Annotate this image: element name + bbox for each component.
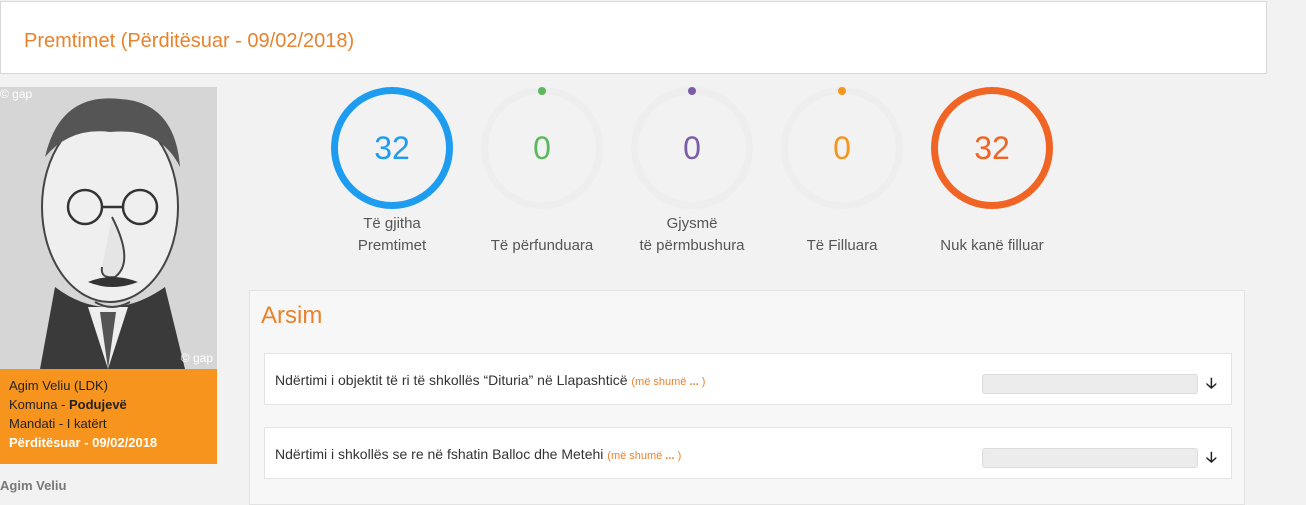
stat-indicator-dot xyxy=(838,87,846,95)
stat-ring: 0 xyxy=(631,87,753,209)
profile-updated: Përditësuar - 09/02/2018 xyxy=(9,435,158,450)
profile-portrait: © gap © gap xyxy=(0,87,217,369)
stat-ring: 0 xyxy=(481,87,603,209)
stat-value: 32 xyxy=(374,129,410,166)
stat-item: 0 Të Filluara xyxy=(767,87,917,257)
stat-label-line2: Të Filluara xyxy=(806,237,878,254)
promise-text-line: Ndërtimi i shkollës se re në fshatin Bal… xyxy=(275,446,681,462)
promise-text: Ndërtimi i shkollës se re në fshatin Bal… xyxy=(275,446,604,462)
stat-value: 0 xyxy=(533,129,551,166)
stat-label: Të gjitha Premtimet xyxy=(317,213,467,257)
stat-label-line2: Premtimet xyxy=(357,237,427,254)
stat-label-line2: të përmbushura xyxy=(639,237,745,254)
promise-text-line: Ndërtimi i objektit të ri të shkollës “D… xyxy=(275,372,705,388)
stat-ring: 0 xyxy=(781,87,903,209)
watermark: © gap xyxy=(180,351,213,365)
stat-label: Gjysmë të përmbushura xyxy=(617,213,767,257)
stat-label-line2: Të përfunduara xyxy=(490,237,594,254)
arrow-down-icon[interactable]: 🡣 xyxy=(1206,373,1217,398)
stat-label-line1 xyxy=(467,213,617,235)
stat-label: Nuk kanë filluar xyxy=(917,213,1067,257)
stat-indicator-dot xyxy=(688,87,696,95)
stat-indicator-dot xyxy=(538,87,546,95)
stat-value: 0 xyxy=(683,129,701,166)
stat-item: 0 Të përfunduara xyxy=(467,87,617,257)
stat-ring: 32 xyxy=(331,87,453,209)
stat-label-line1 xyxy=(917,213,1067,235)
section-title: Arsim xyxy=(261,302,323,329)
promise-item[interactable]: Ndërtimi i objektit të ri të shkollës “D… xyxy=(264,353,1232,405)
more-link[interactable]: (më shumë ... ) xyxy=(631,376,705,388)
progress-bar xyxy=(982,374,1198,394)
promise-item[interactable]: Ndërtimi i shkollës se re në fshatin Bal… xyxy=(264,427,1232,479)
section-panel: Arsim Ndërtimi i objektit të ri të shkol… xyxy=(249,290,1245,505)
page-title: Premtimet (Përditësuar - 09/02/2018) xyxy=(24,30,355,52)
watermark: © gap xyxy=(0,87,33,101)
stat-label: Të përfunduara xyxy=(467,213,617,257)
caricature-image xyxy=(0,87,217,369)
progress-bar xyxy=(982,448,1198,468)
municipality-label: Komuna - xyxy=(9,397,69,412)
more-link[interactable]: (më shumë ... ) xyxy=(607,450,681,462)
stat-item: 0 Gjysmë të përmbushura xyxy=(617,87,767,257)
stat-label-line2: Nuk kanë filluar xyxy=(940,237,1044,254)
sidebar-name: Agim Veliu xyxy=(0,478,67,493)
page-header: Premtimet (Përditësuar - 09/02/2018) xyxy=(0,1,1267,74)
stat-item: 32 Nuk kanë filluar xyxy=(917,87,1067,257)
stat-label-line1: Gjysmë xyxy=(666,215,718,232)
stat-item: 32 Të gjitha Premtimet xyxy=(317,87,467,257)
municipality-value: Podujevë xyxy=(68,397,127,412)
stat-ring: 32 xyxy=(931,87,1053,209)
profile-info-box: Agim Veliu (LDK) Komuna - Podujevë Manda… xyxy=(0,369,217,464)
profile-mandate: Mandati - I katërt xyxy=(9,416,107,431)
profile-municipality-line: Komuna - Podujevë xyxy=(9,395,208,414)
stat-value: 0 xyxy=(833,129,851,166)
profile-card: © gap © gap Agim Veliu (LDK) Komuna - Po… xyxy=(0,87,217,464)
arrow-down-icon[interactable]: 🡣 xyxy=(1206,447,1217,472)
stat-label: Të Filluara xyxy=(767,213,917,257)
stat-label-line1 xyxy=(767,213,917,235)
stat-label-line1: Të gjitha xyxy=(363,215,421,232)
promise-text: Ndërtimi i objektit të ri të shkollës “D… xyxy=(275,372,628,388)
profile-name-party: Agim Veliu (LDK) xyxy=(9,378,108,393)
stat-value: 32 xyxy=(974,129,1010,166)
